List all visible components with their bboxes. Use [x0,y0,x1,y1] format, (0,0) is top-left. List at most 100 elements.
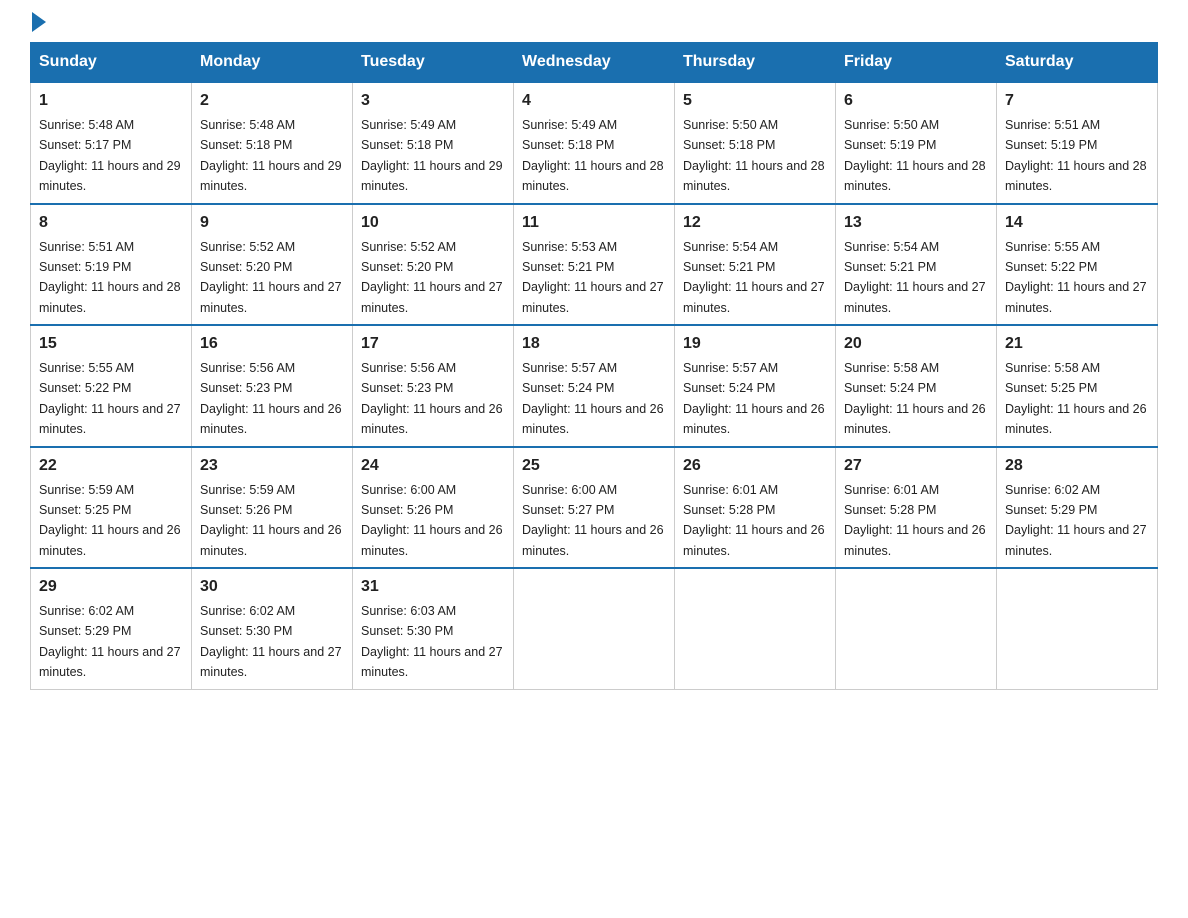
calendar-cell: 31 Sunrise: 6:03 AMSunset: 5:30 PMDaylig… [353,568,514,689]
day-info: Sunrise: 6:00 AMSunset: 5:26 PMDaylight:… [361,483,503,558]
day-info: Sunrise: 5:51 AMSunset: 5:19 PMDaylight:… [39,240,181,315]
day-info: Sunrise: 5:56 AMSunset: 5:23 PMDaylight:… [200,361,342,436]
day-number: 9 [200,211,344,235]
header-saturday: Saturday [997,43,1158,83]
day-info: Sunrise: 5:55 AMSunset: 5:22 PMDaylight:… [1005,240,1147,315]
day-number: 8 [39,211,183,235]
day-number: 2 [200,89,344,113]
calendar-cell: 18 Sunrise: 5:57 AMSunset: 5:24 PMDaylig… [514,325,675,447]
calendar-cell: 21 Sunrise: 5:58 AMSunset: 5:25 PMDaylig… [997,325,1158,447]
calendar-cell [836,568,997,689]
day-info: Sunrise: 5:51 AMSunset: 5:19 PMDaylight:… [1005,118,1147,193]
calendar-cell: 4 Sunrise: 5:49 AMSunset: 5:18 PMDayligh… [514,82,675,204]
day-info: Sunrise: 5:56 AMSunset: 5:23 PMDaylight:… [361,361,503,436]
day-info: Sunrise: 5:59 AMSunset: 5:25 PMDaylight:… [39,483,181,558]
day-number: 12 [683,211,827,235]
calendar-cell: 3 Sunrise: 5:49 AMSunset: 5:18 PMDayligh… [353,82,514,204]
calendar-table: SundayMondayTuesdayWednesdayThursdayFrid… [30,42,1158,690]
day-info: Sunrise: 6:00 AMSunset: 5:27 PMDaylight:… [522,483,664,558]
day-number: 18 [522,332,666,356]
week-row-2: 8 Sunrise: 5:51 AMSunset: 5:19 PMDayligh… [31,204,1158,326]
calendar-cell: 1 Sunrise: 5:48 AMSunset: 5:17 PMDayligh… [31,82,192,204]
day-info: Sunrise: 6:02 AMSunset: 5:30 PMDaylight:… [200,604,342,679]
day-number: 4 [522,89,666,113]
calendar-cell: 27 Sunrise: 6:01 AMSunset: 5:28 PMDaylig… [836,447,997,569]
logo-arrow-icon [32,12,46,32]
day-number: 7 [1005,89,1149,113]
day-number: 26 [683,454,827,478]
day-number: 28 [1005,454,1149,478]
day-number: 10 [361,211,505,235]
calendar-cell: 30 Sunrise: 6:02 AMSunset: 5:30 PMDaylig… [192,568,353,689]
header-sunday: Sunday [31,43,192,83]
day-number: 1 [39,89,183,113]
day-info: Sunrise: 5:57 AMSunset: 5:24 PMDaylight:… [683,361,825,436]
day-info: Sunrise: 5:54 AMSunset: 5:21 PMDaylight:… [844,240,986,315]
day-info: Sunrise: 5:48 AMSunset: 5:17 PMDaylight:… [39,118,181,193]
calendar-cell: 22 Sunrise: 5:59 AMSunset: 5:25 PMDaylig… [31,447,192,569]
week-row-5: 29 Sunrise: 6:02 AMSunset: 5:29 PMDaylig… [31,568,1158,689]
day-number: 15 [39,332,183,356]
header-monday: Monday [192,43,353,83]
day-number: 22 [39,454,183,478]
day-info: Sunrise: 6:01 AMSunset: 5:28 PMDaylight:… [844,483,986,558]
day-info: Sunrise: 5:48 AMSunset: 5:18 PMDaylight:… [200,118,342,193]
calendar-cell: 7 Sunrise: 5:51 AMSunset: 5:19 PMDayligh… [997,82,1158,204]
calendar-cell: 26 Sunrise: 6:01 AMSunset: 5:28 PMDaylig… [675,447,836,569]
week-row-1: 1 Sunrise: 5:48 AMSunset: 5:17 PMDayligh… [31,82,1158,204]
logo [30,20,46,28]
header-row: SundayMondayTuesdayWednesdayThursdayFrid… [31,43,1158,83]
calendar-cell: 20 Sunrise: 5:58 AMSunset: 5:24 PMDaylig… [836,325,997,447]
day-number: 30 [200,575,344,599]
calendar-cell: 16 Sunrise: 5:56 AMSunset: 5:23 PMDaylig… [192,325,353,447]
calendar-cell: 19 Sunrise: 5:57 AMSunset: 5:24 PMDaylig… [675,325,836,447]
calendar-cell [514,568,675,689]
calendar-cell: 5 Sunrise: 5:50 AMSunset: 5:18 PMDayligh… [675,82,836,204]
day-number: 19 [683,332,827,356]
day-info: Sunrise: 5:49 AMSunset: 5:18 PMDaylight:… [361,118,503,193]
day-info: Sunrise: 5:55 AMSunset: 5:22 PMDaylight:… [39,361,181,436]
day-info: Sunrise: 5:59 AMSunset: 5:26 PMDaylight:… [200,483,342,558]
day-info: Sunrise: 5:54 AMSunset: 5:21 PMDaylight:… [683,240,825,315]
day-number: 14 [1005,211,1149,235]
day-number: 21 [1005,332,1149,356]
day-info: Sunrise: 5:58 AMSunset: 5:25 PMDaylight:… [1005,361,1147,436]
day-info: Sunrise: 5:58 AMSunset: 5:24 PMDaylight:… [844,361,986,436]
week-row-4: 22 Sunrise: 5:59 AMSunset: 5:25 PMDaylig… [31,447,1158,569]
day-info: Sunrise: 6:02 AMSunset: 5:29 PMDaylight:… [39,604,181,679]
day-number: 17 [361,332,505,356]
header-friday: Friday [836,43,997,83]
calendar-cell: 13 Sunrise: 5:54 AMSunset: 5:21 PMDaylig… [836,204,997,326]
calendar-cell: 2 Sunrise: 5:48 AMSunset: 5:18 PMDayligh… [192,82,353,204]
calendar-cell: 6 Sunrise: 5:50 AMSunset: 5:19 PMDayligh… [836,82,997,204]
day-info: Sunrise: 6:02 AMSunset: 5:29 PMDaylight:… [1005,483,1147,558]
day-number: 6 [844,89,988,113]
page-header [30,20,1158,28]
day-info: Sunrise: 5:50 AMSunset: 5:19 PMDaylight:… [844,118,986,193]
calendar-cell: 24 Sunrise: 6:00 AMSunset: 5:26 PMDaylig… [353,447,514,569]
week-row-3: 15 Sunrise: 5:55 AMSunset: 5:22 PMDaylig… [31,325,1158,447]
day-info: Sunrise: 5:57 AMSunset: 5:24 PMDaylight:… [522,361,664,436]
day-number: 29 [39,575,183,599]
header-wednesday: Wednesday [514,43,675,83]
day-number: 13 [844,211,988,235]
calendar-cell: 12 Sunrise: 5:54 AMSunset: 5:21 PMDaylig… [675,204,836,326]
day-number: 5 [683,89,827,113]
day-info: Sunrise: 5:49 AMSunset: 5:18 PMDaylight:… [522,118,664,193]
calendar-cell: 17 Sunrise: 5:56 AMSunset: 5:23 PMDaylig… [353,325,514,447]
calendar-cell: 9 Sunrise: 5:52 AMSunset: 5:20 PMDayligh… [192,204,353,326]
day-info: Sunrise: 5:52 AMSunset: 5:20 PMDaylight:… [200,240,342,315]
calendar-cell [675,568,836,689]
calendar-cell: 8 Sunrise: 5:51 AMSunset: 5:19 PMDayligh… [31,204,192,326]
calendar-cell: 14 Sunrise: 5:55 AMSunset: 5:22 PMDaylig… [997,204,1158,326]
calendar-cell: 15 Sunrise: 5:55 AMSunset: 5:22 PMDaylig… [31,325,192,447]
calendar-cell: 11 Sunrise: 5:53 AMSunset: 5:21 PMDaylig… [514,204,675,326]
day-number: 20 [844,332,988,356]
day-number: 11 [522,211,666,235]
calendar-cell [997,568,1158,689]
calendar-cell: 28 Sunrise: 6:02 AMSunset: 5:29 PMDaylig… [997,447,1158,569]
day-info: Sunrise: 6:03 AMSunset: 5:30 PMDaylight:… [361,604,503,679]
header-tuesday: Tuesday [353,43,514,83]
calendar-cell: 29 Sunrise: 6:02 AMSunset: 5:29 PMDaylig… [31,568,192,689]
day-number: 25 [522,454,666,478]
